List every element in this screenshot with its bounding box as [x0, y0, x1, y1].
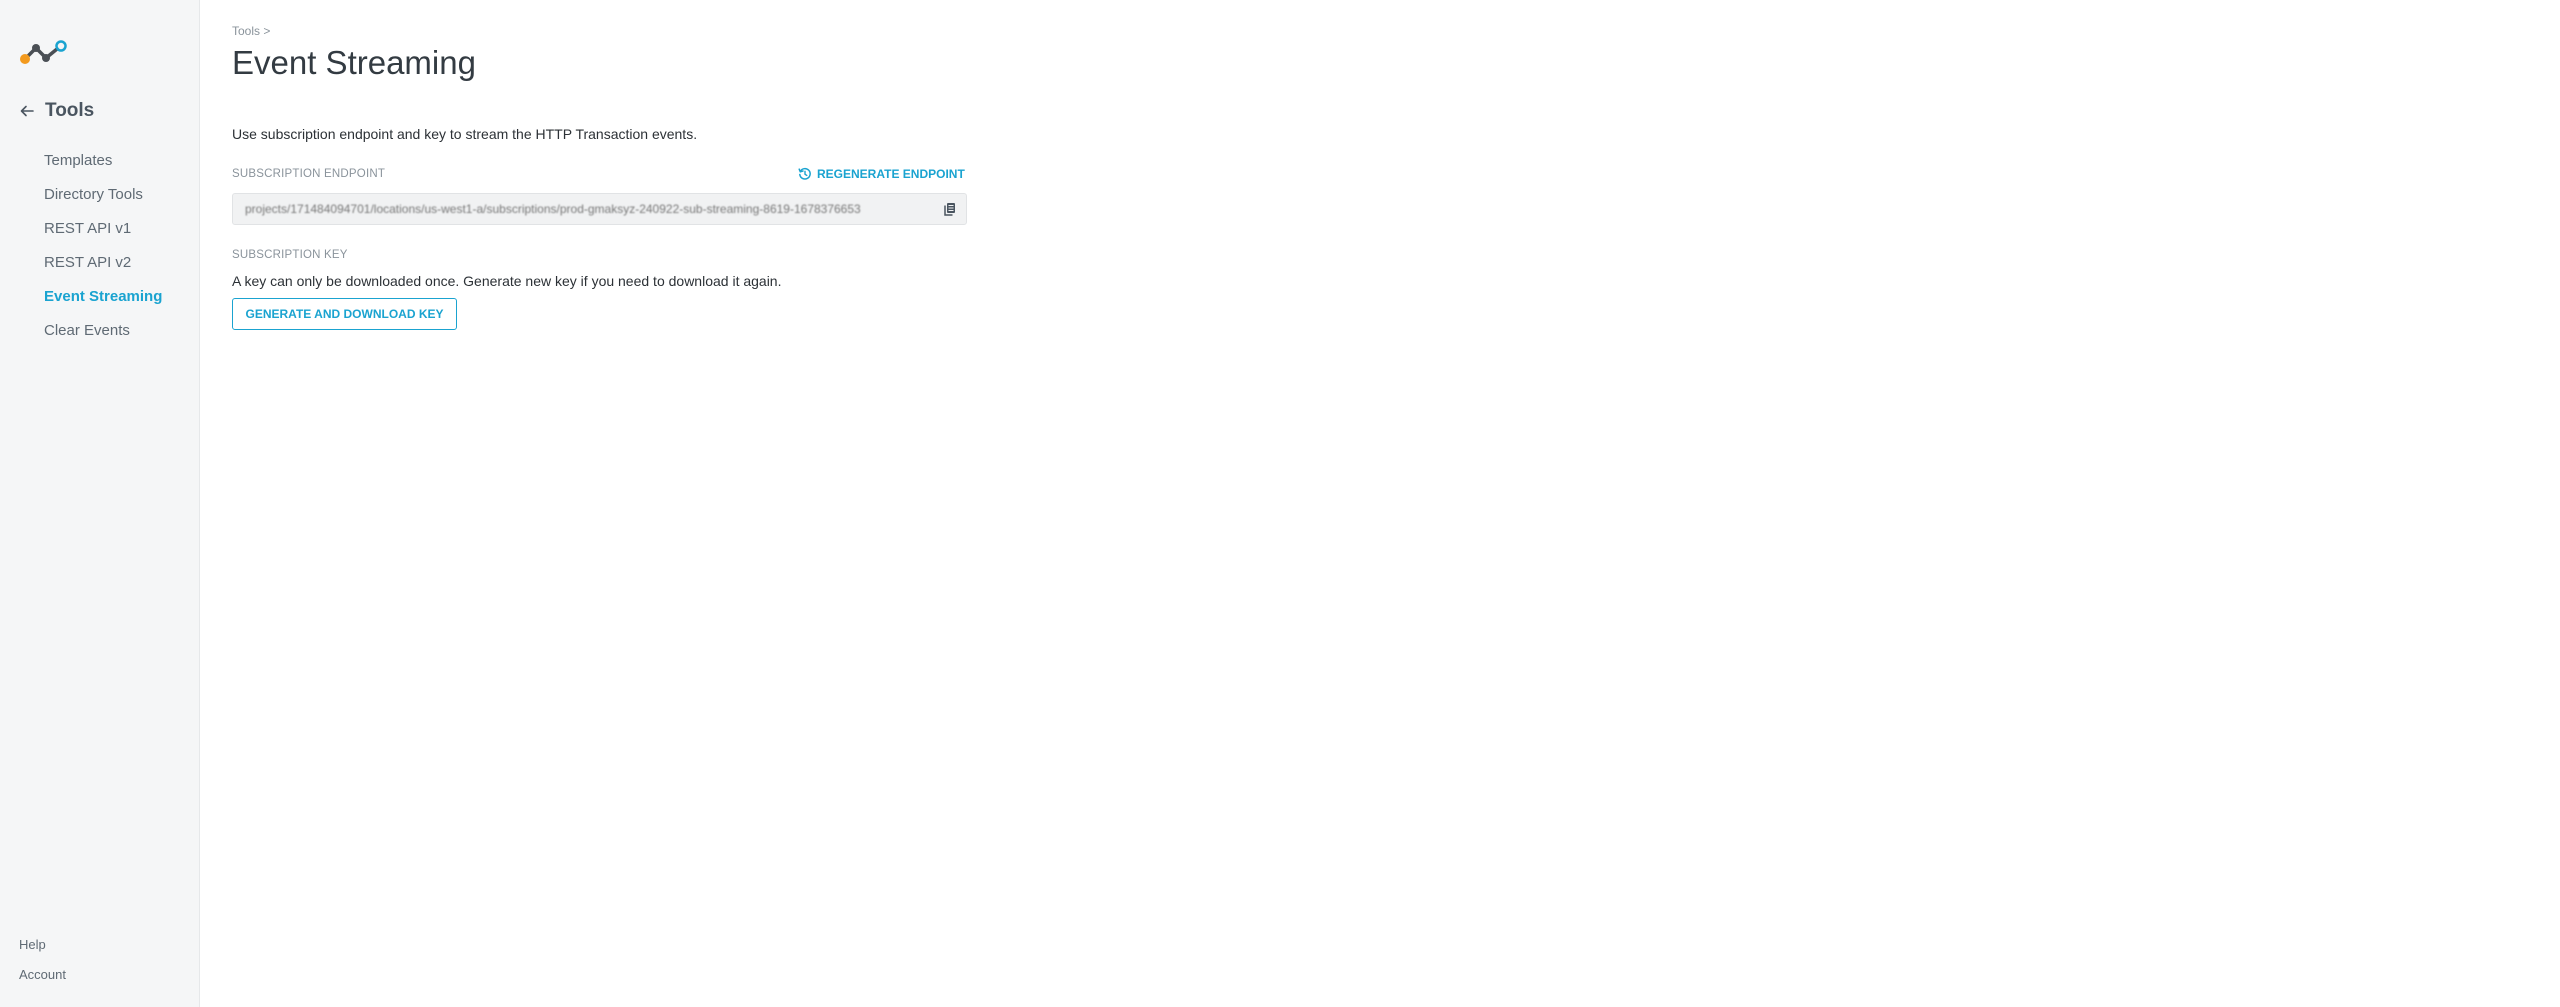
- sidebar-item-clear-events[interactable]: Clear Events: [44, 322, 162, 356]
- subscription-key-label: SUBSCRIPTION KEY: [232, 249, 348, 261]
- sidebar-nav: Templates Directory Tools REST API v1 RE…: [44, 152, 162, 356]
- arrow-left-icon: [20, 105, 34, 117]
- generate-download-key-button[interactable]: GENERATE AND DOWNLOAD KEY: [232, 298, 457, 330]
- intro-text: Use subscription endpoint and key to str…: [232, 126, 698, 142]
- regenerate-endpoint-label: REGENERATE ENDPOINT: [817, 167, 965, 181]
- sidebar-item-rest-api-v2[interactable]: REST API v2: [44, 254, 162, 288]
- endpoint-value: projects/171484094701/locations/us-west1…: [245, 202, 861, 216]
- copy-icon: [944, 203, 955, 216]
- sidebar: Tools Templates Directory Tools REST API…: [0, 0, 200, 1007]
- sidebar-section-title: Tools: [45, 100, 95, 121]
- sidebar-item-directory-tools[interactable]: Directory Tools: [44, 186, 162, 220]
- help-link[interactable]: Help: [19, 937, 66, 967]
- back-to-tools[interactable]: Tools: [19, 100, 94, 122]
- endpoint-label: SUBSCRIPTION ENDPOINT: [232, 168, 386, 180]
- sidebar-item-event-streaming[interactable]: Event Streaming: [44, 288, 162, 322]
- refresh-clock-icon: [798, 167, 811, 180]
- page-title: Event Streaming: [232, 44, 476, 81]
- sidebar-item-rest-api-v1[interactable]: REST API v1: [44, 220, 162, 254]
- copy-endpoint-button[interactable]: [934, 194, 966, 224]
- breadcrumb[interactable]: Tools >: [232, 24, 270, 38]
- sidebar-bottom-links: Help Account: [19, 937, 66, 997]
- endpoint-field[interactable]: projects/171484094701/locations/us-west1…: [232, 193, 967, 225]
- sidebar-item-templates[interactable]: Templates: [44, 152, 162, 186]
- brand-logo[interactable]: [19, 39, 69, 65]
- account-link[interactable]: Account: [19, 967, 66, 997]
- regenerate-endpoint-button[interactable]: REGENERATE ENDPOINT: [798, 167, 965, 181]
- key-help-text: A key can only be downloaded once. Gener…: [232, 273, 782, 289]
